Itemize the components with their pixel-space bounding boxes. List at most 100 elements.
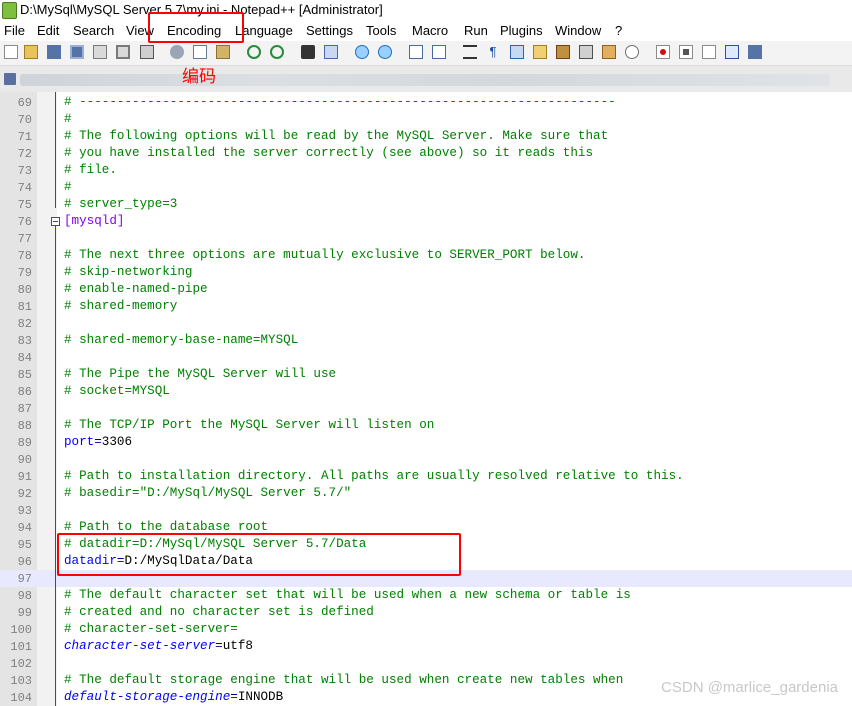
config-value: 3306 [101,435,133,449]
line-number: 87 [17,402,32,416]
code-line[interactable]: 91 # Path to installation directory. All … [0,468,852,485]
code-line[interactable]: 92 # basedir="D:/MySql/MySQL Server 5.7/" [0,485,852,502]
paste-icon[interactable] [216,45,230,59]
config-key: default-storage-engine [64,690,231,704]
sync-horizontal-icon[interactable] [432,45,446,59]
code-line[interactable]: 79 # skip-networking [0,264,852,281]
save-icon[interactable] [47,45,61,59]
play-macro-icon[interactable] [702,45,716,59]
code-line[interactable]: 99 # created and no character set is defi… [0,604,852,621]
close-icon[interactable] [93,45,107,59]
code-line[interactable]: 93 [0,502,852,519]
comment-text: # enable-named-pipe [64,282,208,296]
line-text: [mysqld] [64,214,124,228]
line-number: 90 [17,453,32,467]
word-wrap-icon[interactable] [463,45,477,59]
menu-run[interactable]: Run [464,23,488,38]
folder-workspace-icon[interactable] [602,45,616,59]
close-all-icon[interactable] [116,45,130,59]
code-line[interactable]: 85 # The Pipe the MySQL Server will use [0,366,852,383]
menu-help[interactable]: ? [615,23,622,38]
code-line[interactable]: 81 # shared-memory [0,298,852,315]
show-all-chars-icon[interactable]: ¶ [486,45,500,59]
find-icon[interactable] [301,45,315,59]
code-line[interactable]: 101 character-set-server=utf8 [0,638,852,655]
menu-edit[interactable]: Edit [37,23,59,38]
code-line[interactable]: 82 [0,315,852,332]
menu-window[interactable]: Window [555,23,601,38]
code-line[interactable]: 88 # The TCP/IP Port the MySQL Server wil… [0,417,852,434]
code-line[interactable]: 69 # ------------------------------------… [0,94,852,111]
code-line[interactable]: 78 # The next three options are mutually … [0,247,852,264]
fold-line-lower [55,226,56,706]
encoding-annotation-text: 编码 [182,67,216,87]
indent-guide-icon[interactable] [510,45,524,59]
zoom-in-icon[interactable] [355,45,369,59]
equals-sign: = [215,639,223,653]
function-list-icon[interactable] [579,45,593,59]
equals-sign: = [94,435,102,449]
save-macro-icon[interactable] [748,45,762,59]
editor[interactable]: 69 # ------------------------------------… [0,92,852,706]
datadir-highlight-box [57,533,461,576]
menu-macro[interactable]: Macro [412,23,448,38]
user-lang-icon[interactable] [533,45,547,59]
line-number: 72 [17,147,32,161]
monitoring-icon[interactable] [625,45,639,59]
code-line[interactable]: 73 # file. [0,162,852,179]
code-line[interactable]: 80 # enable-named-pipe [0,281,852,298]
config-value: utf8 [222,639,253,653]
line-number: 75 [17,198,32,212]
code-line[interactable]: 98 # The default character set that will … [0,587,852,604]
line-number: 91 [17,470,32,484]
line-text: # The TCP/IP Port the MySQL Server will … [64,418,434,432]
code-line[interactable]: 90 [0,451,852,468]
menu-file[interactable]: File [4,23,25,38]
play-multiple-icon[interactable] [725,45,739,59]
line-number: 73 [17,164,32,178]
code-line[interactable]: 77 [0,230,852,247]
redo-icon[interactable] [270,45,284,59]
code-line[interactable]: 76 [mysqld] [0,213,852,230]
comment-text: # The Pipe the MySQL Server will use [64,367,337,381]
record-macro-icon[interactable] [656,45,670,59]
code-line[interactable]: 86 # socket=MYSQL [0,383,852,400]
line-number: 96 [17,555,32,569]
print-icon[interactable] [140,45,154,59]
comment-text: # --------------------------------------… [64,95,616,109]
open-file-icon[interactable] [24,45,38,59]
menu-tools[interactable]: Tools [366,23,396,38]
code-line[interactable]: 87 [0,400,852,417]
copy-icon[interactable] [193,45,207,59]
menu-search[interactable]: Search [73,23,114,38]
doc-map-icon[interactable] [556,45,570,59]
file-tab-icon[interactable] [4,73,16,85]
code-line[interactable]: 71 # The following options will be read b… [0,128,852,145]
line-text: # server_type=3 [64,197,177,211]
cut-icon[interactable] [170,45,184,59]
code-line[interactable]: 72 # you have installed the server correc… [0,145,852,162]
menu-plugins[interactable]: Plugins [500,23,543,38]
fold-collapse-icon[interactable] [51,217,60,226]
code-line[interactable]: 84 [0,349,852,366]
menu-settings[interactable]: Settings [306,23,353,38]
line-number: 84 [17,351,32,365]
code-line[interactable]: 70 # [0,111,852,128]
stop-record-icon[interactable] [679,45,693,59]
code-line[interactable]: 83 # shared-memory-base-name=MYSQL [0,332,852,349]
code-line[interactable]: 102 [0,655,852,672]
save-all-icon[interactable] [70,45,84,59]
line-number: 79 [17,266,32,280]
replace-icon[interactable] [324,45,338,59]
code-line[interactable]: 89 port=3306 [0,434,852,451]
line-text: # [64,180,72,194]
code-line[interactable]: 75 # server_type=3 [0,196,852,213]
code-line[interactable]: 74 # [0,179,852,196]
new-file-icon[interactable] [4,45,18,59]
line-text: # basedir="D:/MySql/MySQL Server 5.7/" [64,486,351,500]
sync-vertical-icon[interactable] [409,45,423,59]
code-line[interactable]: 100 # character-set-server= [0,621,852,638]
zoom-out-icon[interactable] [378,45,392,59]
line-text: # The default storage engine that will b… [64,673,623,687]
undo-icon[interactable] [247,45,261,59]
